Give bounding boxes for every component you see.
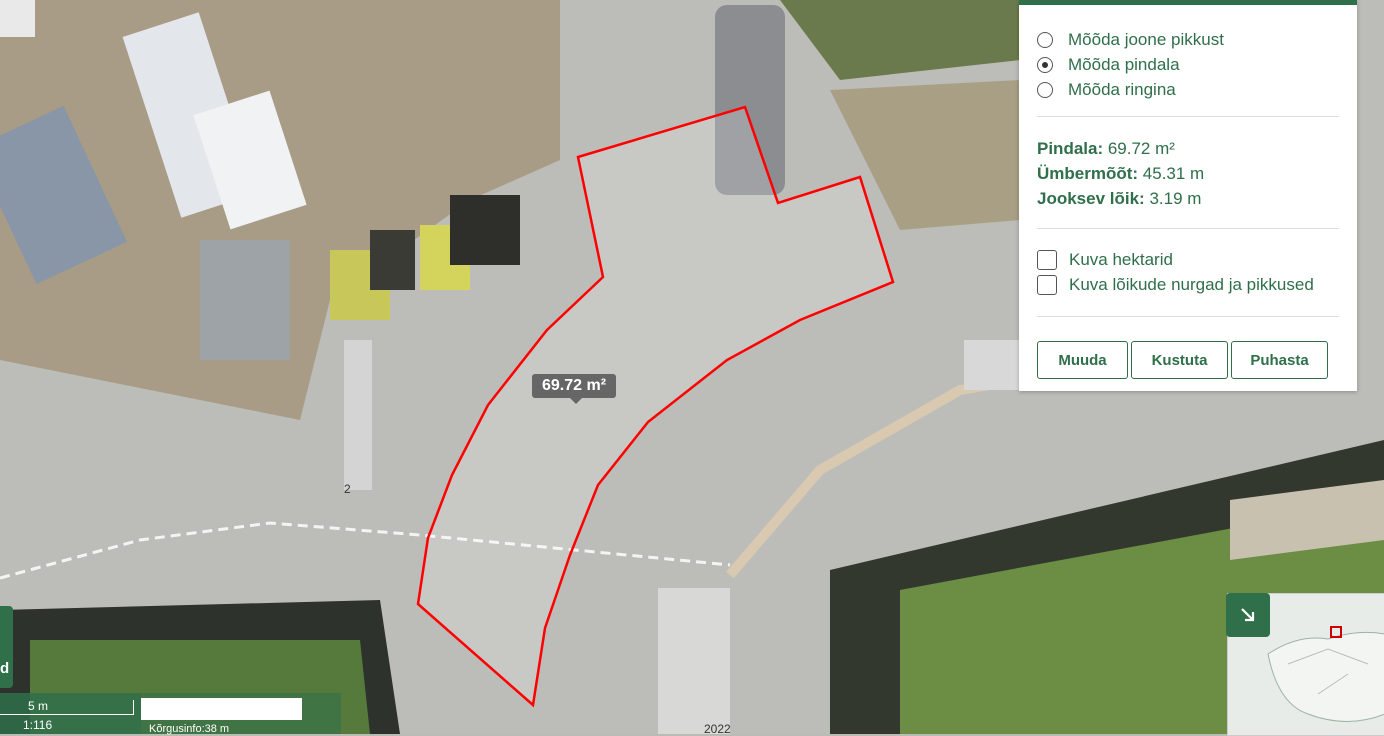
- radio-indicator[interactable]: [1037, 57, 1053, 73]
- radio-indicator[interactable]: [1037, 82, 1053, 98]
- location-marker-icon: [1330, 626, 1342, 638]
- area-measurement-label: 69.72 m²: [532, 374, 617, 404]
- area-stat-label: Pindala:: [1037, 139, 1104, 158]
- segment-stat-value: 3.19 m: [1144, 189, 1202, 208]
- checkbox-label: Kuva lõikude nurgad ja pikkused: [1069, 275, 1314, 294]
- scale-bar: 5 m 1:116: [0, 693, 141, 734]
- divider: [1037, 116, 1339, 117]
- elevation-info: Kõrgusinfo:38 m: [149, 723, 230, 735]
- measure-panel: Mõõda joone pikkust Mõõda pindala Mõõda …: [1019, 0, 1357, 391]
- divider: [1037, 228, 1339, 229]
- checkbox-label: Kuva hektarid: [1069, 250, 1173, 269]
- radio-label: Mõõda joone pikkust: [1068, 30, 1224, 49]
- stray-digit-label: 2: [344, 482, 351, 496]
- scale-tick: [133, 700, 134, 714]
- scale-line: [0, 714, 134, 715]
- left-edge-label: d: [0, 660, 10, 677]
- delete-button[interactable]: Kustuta: [1131, 341, 1228, 379]
- arrow-down-right-icon: [1241, 608, 1255, 622]
- overview-toggle-button[interactable]: [1226, 593, 1270, 637]
- checkbox-box[interactable]: [1037, 275, 1057, 295]
- checkbox-box[interactable]: [1037, 250, 1057, 270]
- segment-stat: Jooksev lõik: 3.19 m: [1037, 189, 1201, 209]
- radio-indicator[interactable]: [1037, 32, 1053, 48]
- edit-button[interactable]: Muuda: [1037, 341, 1128, 379]
- divider: [1037, 316, 1339, 317]
- radio-measure-length[interactable]: Mõõda joone pikkust: [1037, 29, 1224, 51]
- radio-measure-area[interactable]: Mõõda pindala: [1037, 54, 1180, 76]
- clear-button[interactable]: Puhasta: [1231, 341, 1328, 379]
- scale-ratio: 1:116: [23, 718, 53, 732]
- perimeter-stat-value: 45.31 m: [1138, 164, 1205, 183]
- coordinates-field: [141, 698, 302, 720]
- elevation-info-box: Kõrgusinfo:38 m: [141, 693, 341, 735]
- checkbox-show-hectares[interactable]: Kuva hektarid: [1037, 249, 1173, 271]
- perimeter-stat-label: Ümbermõõt:: [1037, 164, 1139, 183]
- perimeter-stat: Ümbermõõt: 45.31 m: [1037, 164, 1204, 184]
- scale-distance: 5 m: [28, 699, 49, 713]
- radio-measure-circle[interactable]: Mõõda ringina: [1037, 79, 1176, 101]
- left-edge-control[interactable]: d: [0, 606, 13, 688]
- area-stat-value: 69.72 m²: [1103, 139, 1175, 158]
- map-tile-corner: [0, 0, 35, 37]
- checkbox-show-angles[interactable]: Kuva lõikude nurgad ja pikkused: [1037, 274, 1314, 296]
- year-label-box: [658, 588, 730, 734]
- radio-label: Mõõda ringina: [1068, 80, 1176, 99]
- segment-stat-label: Jooksev lõik:: [1037, 189, 1145, 208]
- area-stat: Pindala: 69.72 m²: [1037, 139, 1175, 159]
- radio-label: Mõõda pindala: [1068, 55, 1180, 74]
